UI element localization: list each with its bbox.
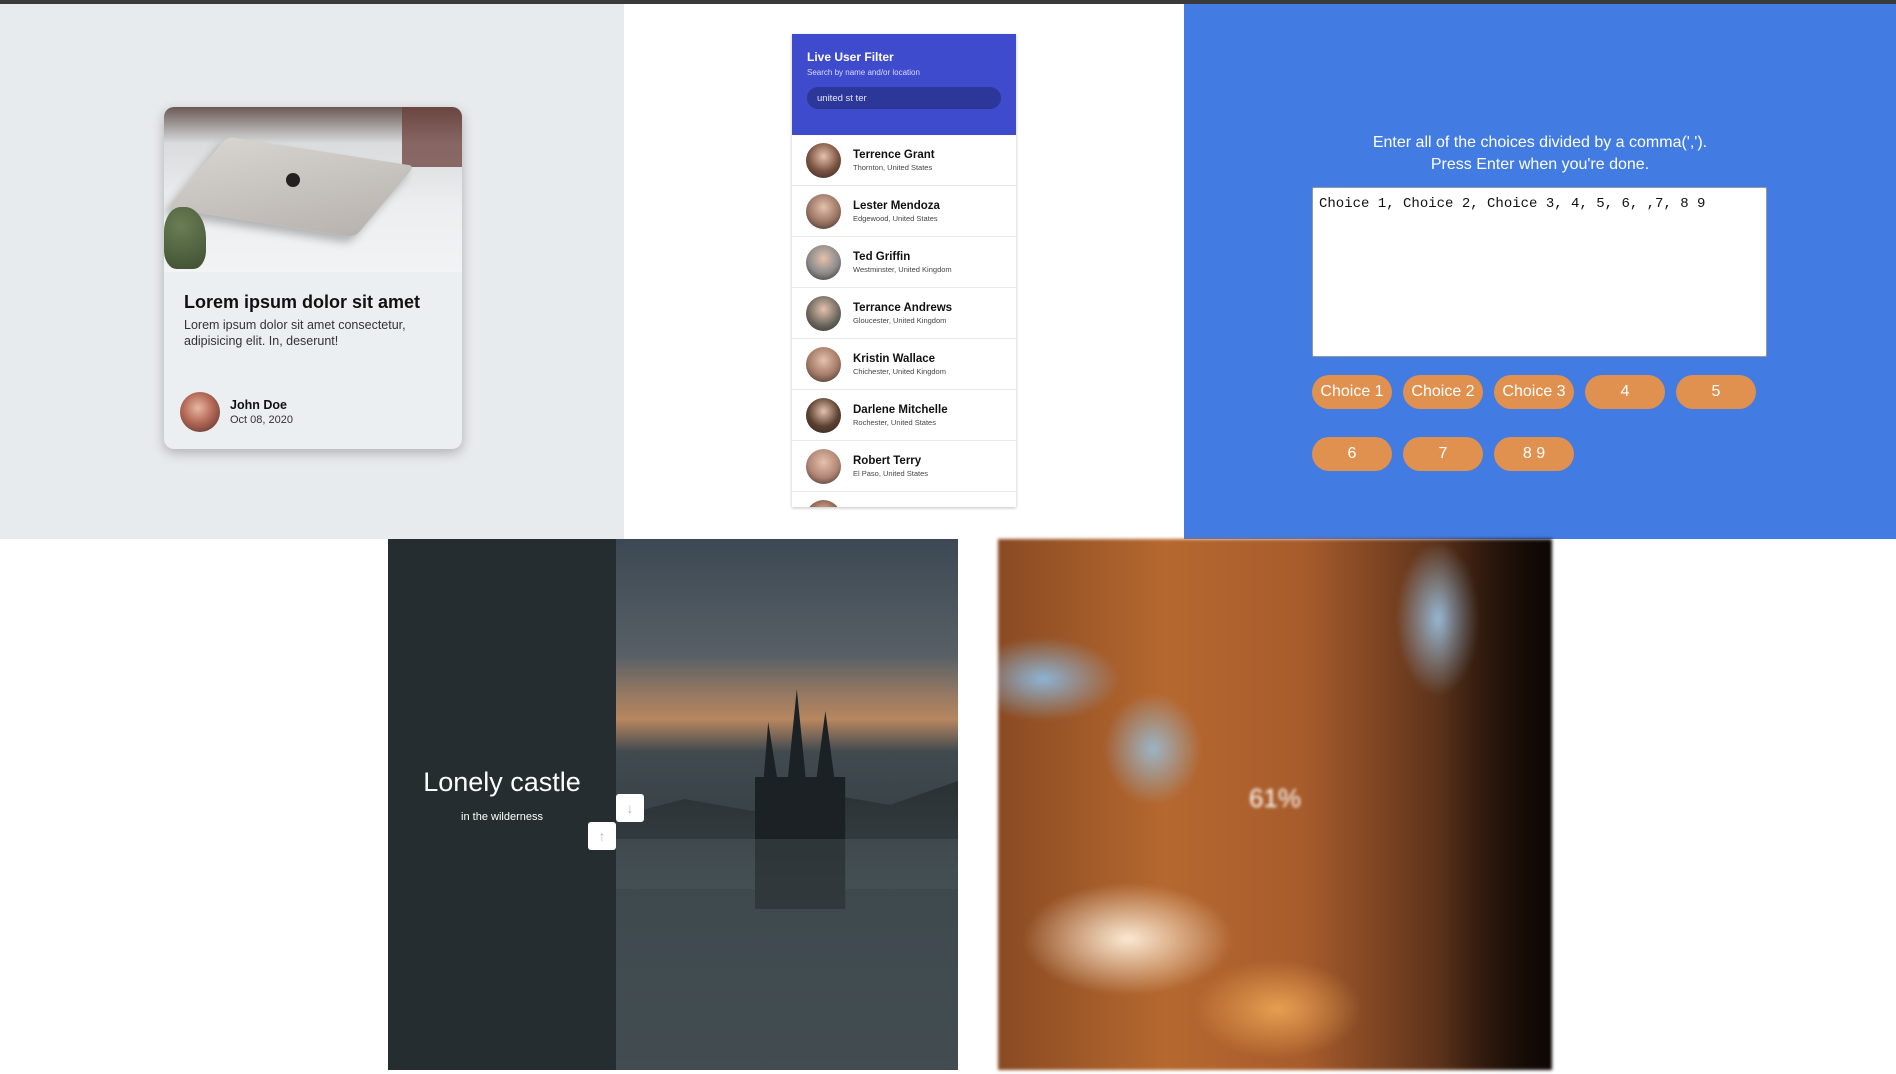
user-location: Chichester, United Kingdom: [853, 366, 946, 376]
user-avatar: [806, 142, 841, 178]
user-avatar: [806, 448, 841, 484]
user-name: Terrence Grant: [853, 148, 935, 161]
user-location: Westminster, United Kingdom: [853, 264, 952, 274]
card-image-wall: [402, 107, 462, 167]
user-list: Terrence Grant Thornton, United States Les…: [792, 135, 1016, 507]
user-name: Terrance Andrews: [853, 301, 953, 314]
choices-textarea[interactable]: [1312, 187, 1767, 357]
user-list-item: Lester Mendoza Edgewood, United States: [792, 186, 1016, 237]
user-info: Darlene Mitchelle Rochester, United State…: [853, 404, 948, 427]
user-name: Lester Mendoza: [853, 199, 940, 212]
card-panel: Lorem ipsum dolor sit amet Lorem ipsum d…: [0, 4, 624, 539]
choice-tag: 5: [1676, 375, 1756, 409]
choice-tag: 4: [1585, 375, 1665, 409]
loading-percentage: 61%: [1248, 783, 1302, 813]
author-date: Oct 08, 2020: [230, 414, 293, 426]
card-image: [164, 107, 462, 272]
slide-title: Lonely castle: [423, 767, 581, 797]
user-info: Ted Griffin Westminster, United Kingdom: [853, 251, 952, 274]
user-name: Robert Terry: [853, 454, 922, 467]
user-name: Darlene Mitchelle: [853, 403, 948, 416]
user-list-item: Ted Griffin Westminster, United Kingdom: [792, 237, 1016, 288]
user-location: Edgewood, United States: [853, 213, 938, 223]
user-filter: Live User Filter Search by name and/or l…: [792, 34, 1016, 507]
choice-tag: 7: [1403, 437, 1483, 471]
author-name: John Doe: [230, 398, 287, 412]
choice-tag: Choice 2: [1403, 375, 1483, 409]
choice-tag: 6: [1312, 437, 1392, 471]
choice-tag: Choice 1: [1312, 375, 1392, 409]
search-input[interactable]: [807, 87, 1001, 109]
user-list-item: Terrence Grant Thornton, United States: [792, 135, 1016, 186]
choice-tag: 8 9: [1494, 437, 1574, 471]
slide-up-button[interactable]: ↑: [588, 822, 616, 850]
apple-logo-icon: [286, 173, 300, 187]
laptop-image: [167, 136, 415, 238]
user-name: Kristin Wallace: [853, 352, 936, 365]
castle-slider-panel: Lonely castle in the wilderness ↓ ↑: [388, 539, 958, 1070]
blurry-loading-panel: 61%: [998, 539, 1552, 1070]
user-avatar: [806, 499, 841, 507]
castle-image: [616, 539, 958, 1070]
mist-overlay: [616, 839, 958, 1070]
card-text: Lorem ipsum dolor sit amet consectetur, …: [184, 318, 406, 348]
user-avatar: [806, 295, 841, 331]
user-location: El Paso, United States: [853, 468, 929, 478]
instruction-line-1: Enter all of the choices divided by a co…: [1372, 134, 1708, 151]
user-list-item: Robert Terry El Paso, United States: [792, 441, 1016, 492]
user-avatar: [806, 397, 841, 433]
arrow-up-icon: ↑: [598, 828, 606, 844]
user-list-item-partial: [792, 492, 1016, 507]
filter-title: Live User Filter: [807, 50, 894, 64]
choices-panel: Enter all of the choices divided by a co…: [1184, 4, 1896, 539]
user-avatar: [806, 193, 841, 229]
user-info: Terrance Andrews Gloucester, United Kingd…: [853, 302, 952, 325]
slide-down-button[interactable]: ↓: [616, 794, 644, 822]
card-author: John Doe Oct 08, 2020: [180, 392, 293, 432]
choices-instructions: Enter all of the choices divided by a co…: [1184, 132, 1896, 176]
author-info: John Doe Oct 08, 2020: [230, 398, 293, 426]
card-title: Lorem ipsum dolor sit amet: [184, 292, 421, 312]
blog-card: Lorem ipsum dolor sit amet Lorem ipsum d…: [164, 107, 462, 449]
avatar: [180, 392, 220, 432]
instruction-line-2: Press Enter when you're done.: [1430, 156, 1650, 173]
filter-header: Live User Filter Search by name and/or l…: [792, 34, 1016, 135]
slide-subtitle: in the wilderness: [461, 811, 543, 823]
user-info: Kristin Wallace Chichester, United Kingdo…: [853, 353, 946, 376]
user-location: Rochester, United States: [853, 417, 936, 427]
card-body: Lorem ipsum dolor sit amet Lorem ipsum d…: [164, 272, 462, 349]
arrow-down-icon: ↓: [626, 800, 634, 816]
user-filter-panel: Live User Filter Search by name and/or l…: [624, 4, 1184, 539]
user-location: Gloucester, United Kingdom: [853, 315, 947, 325]
user-avatar: [806, 346, 841, 382]
user-list-item: Kristin Wallace Chichester, United Kingdo…: [792, 339, 1016, 390]
user-avatar: [806, 244, 841, 280]
user-list-item: Darlene Mitchelle Rochester, United State…: [792, 390, 1016, 441]
choice-tag: Choice 3: [1494, 375, 1574, 409]
user-location: Thornton, United States: [853, 162, 933, 172]
user-info: Lester Mendoza Edgewood, United States: [853, 200, 940, 223]
user-info: Terrence Grant Thornton, United States: [853, 149, 935, 172]
filter-subtitle: Search by name and/or location: [807, 68, 920, 77]
user-list-item: Terrance Andrews Gloucester, United Kingd…: [792, 288, 1016, 339]
user-name: Ted Griffin: [853, 250, 911, 263]
plant-image: [164, 207, 206, 269]
slide-text-pane: Lonely castle in the wilderness: [388, 539, 616, 1070]
user-info: Robert Terry El Paso, United States: [853, 455, 928, 478]
